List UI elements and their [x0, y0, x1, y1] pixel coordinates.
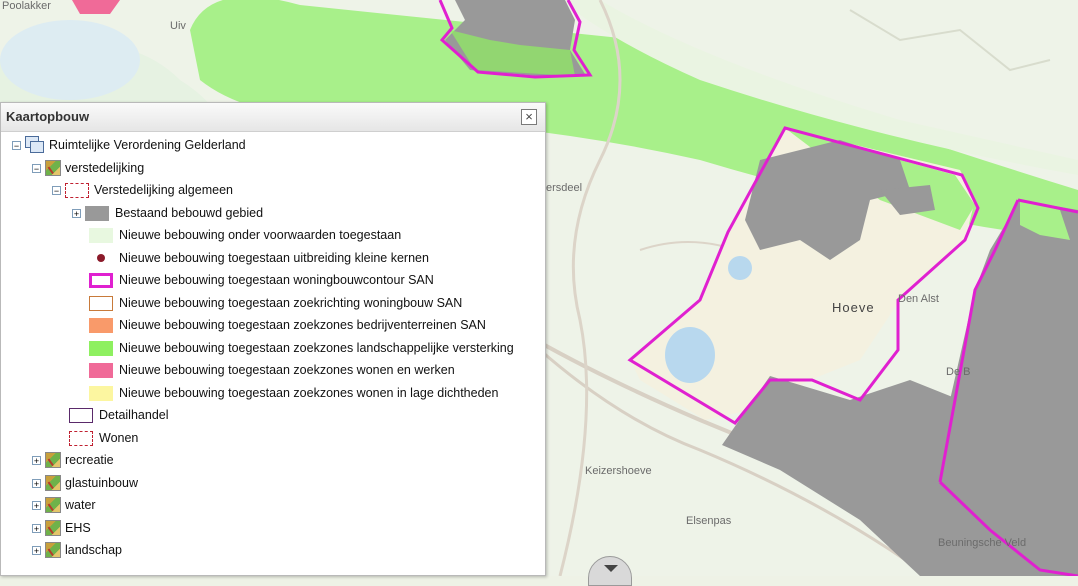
map-label-poolakker: Poolakker [2, 0, 51, 12]
tree-node-recreatie[interactable]: + recreatie [32, 451, 114, 469]
collapse-icon[interactable]: − [32, 163, 41, 173]
map-service-icon [25, 136, 45, 154]
tree-node-label: verstedelijking [65, 161, 145, 175]
tree-node-label: Verstedelijking algemeen [94, 183, 233, 197]
legend-swatch [89, 340, 113, 356]
map-label-de-b: De B [946, 366, 971, 378]
tree-node-landschap[interactable]: + landschap [32, 541, 122, 559]
legend-swatch [89, 385, 113, 401]
layer-tree: − Ruimtelijke Verordening Gelderland − v… [1, 132, 545, 575]
legend-swatch [69, 430, 93, 446]
tree-node-detailhandel[interactable]: Detailhandel [69, 406, 169, 424]
panel-title: Kaartopbouw [6, 109, 90, 124]
legend-swatch [69, 407, 93, 423]
legend-item-label: Nieuwe bebouwing toegestaan zoekzones be… [119, 318, 486, 332]
map-label-keizershoeve: Keizershoeve [585, 465, 652, 477]
map-label-uiv: Uiv [170, 20, 186, 32]
tree-node-label: Wonen [99, 431, 139, 445]
collapse-icon[interactable]: − [12, 140, 21, 150]
tree-node-label: EHS [65, 521, 91, 535]
expand-icon[interactable]: + [32, 478, 41, 488]
legend-item-label: Nieuwe bebouwing toegestaan woningbouwco… [119, 273, 434, 287]
tree-node-label: Detailhandel [99, 408, 169, 422]
expand-icon[interactable]: + [32, 455, 41, 465]
legend-item-woningbouwcontour: Nieuwe bebouwing toegestaan woningbouwco… [89, 271, 434, 289]
layer-group-icon [45, 452, 61, 468]
legend-swatch [89, 227, 113, 243]
tree-node-label: landschap [65, 543, 122, 557]
tree-node-glastuinbouw[interactable]: + glastuinbouw [32, 474, 138, 492]
legend-item-label: Nieuwe bebouwing toegestaan zoekrichting… [119, 296, 463, 310]
tree-node-root[interactable]: − Ruimtelijke Verordening Gelderland [12, 136, 246, 154]
legend-swatch [89, 362, 113, 378]
tree-node-wonen[interactable]: Wonen [69, 429, 138, 447]
panel-header[interactable]: Kaartopbouw × [1, 103, 545, 132]
legend-item-bestaand[interactable]: + Bestaand bebouwd gebied [72, 204, 263, 222]
legend-item-lage-dichtheden: Nieuwe bebouwing toegestaan zoekzones wo… [89, 384, 498, 402]
legend-swatch [65, 182, 89, 198]
expand-icon[interactable]: + [32, 523, 41, 533]
close-icon: × [525, 109, 533, 124]
legend-item-kleine-kernen: Nieuwe bebouwing toegestaan uitbreiding … [89, 249, 429, 267]
legend-swatch [89, 251, 113, 266]
map-label-beuningsche: Beuningsche Veld [938, 537, 1027, 549]
legend-item-zoekrichting: Nieuwe bebouwing toegestaan zoekrichting… [89, 294, 462, 312]
map-label-ersdeel: ersdeel [546, 182, 583, 194]
legend-item-bedrijventerreinen: Nieuwe bebouwing toegestaan zoekzones be… [89, 316, 486, 334]
chevron-down-icon [604, 565, 618, 572]
expand-icon[interactable]: + [32, 545, 41, 555]
collapse-icon[interactable]: − [52, 185, 61, 195]
map-label-elsenpas: Elsenpas [686, 515, 732, 527]
tree-node-ehs[interactable]: + EHS [32, 519, 91, 537]
legend-swatch [85, 205, 109, 221]
legend-item-label: Nieuwe bebouwing toegestaan zoekzones la… [119, 341, 514, 355]
layer-group-icon [45, 497, 61, 513]
tree-node-water[interactable]: + water [32, 496, 96, 514]
tree-node-label: water [65, 498, 96, 512]
tree-node-verstedelijking[interactable]: − verstedelijking [32, 159, 144, 177]
layer-group-icon [45, 160, 61, 176]
layer-group-icon [45, 475, 61, 491]
legend-item-wonen-werken: Nieuwe bebouwing toegestaan zoekzones wo… [89, 361, 455, 379]
legend-item-label: Nieuwe bebouwing toegestaan uitbreiding … [119, 251, 429, 265]
map-label-den-alst: Den Alst [898, 293, 939, 305]
tree-node-label: recreatie [65, 453, 114, 467]
legend-item-landschappelijk: Nieuwe bebouwing toegestaan zoekzones la… [89, 339, 514, 357]
expand-icon[interactable]: + [72, 208, 81, 218]
legend-item-label: Nieuwe bebouwing toegestaan zoekzones wo… [119, 386, 499, 400]
tree-node-root-label: Ruimtelijke Verordening Gelderland [49, 138, 246, 152]
legend-swatch [89, 295, 113, 311]
legend-item-label: Nieuwe bebouwing onder voorwaarden toege… [119, 228, 402, 242]
layer-panel: Kaartopbouw × − Ruimtelijke Verordening … [0, 102, 546, 576]
tree-node-verstedelijking-algemeen[interactable]: − Verstedelijking algemeen [52, 181, 233, 199]
close-button[interactable]: × [521, 109, 537, 125]
map-label-hoeve: Hoeve [832, 300, 875, 315]
layer-group-icon [45, 542, 61, 558]
legend-item-voorwaarden: Nieuwe bebouwing onder voorwaarden toege… [89, 226, 401, 244]
expand-icon[interactable]: + [32, 500, 41, 510]
legend-item-label: Bestaand bebouwd gebied [115, 206, 264, 220]
legend-swatch [89, 272, 113, 288]
layer-group-icon [45, 520, 61, 536]
legend-swatch [89, 317, 113, 333]
legend-item-label: Nieuwe bebouwing toegestaan zoekzones wo… [119, 363, 455, 377]
tree-node-label: glastuinbouw [65, 476, 138, 490]
